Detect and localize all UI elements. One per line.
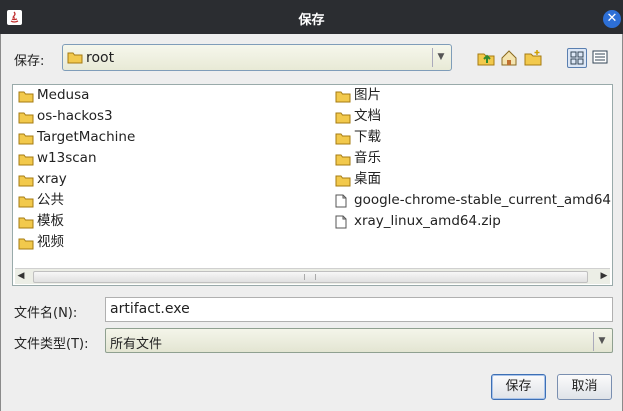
horizontal-scrollbar[interactable]: ◀ ▶ [15,268,610,284]
file-name: TargetMachine [37,129,136,145]
details-view-icon[interactable] [591,48,611,68]
file-list-item[interactable]: google-chrome-stable_current_amd64 [333,190,611,211]
filename-label: 文件名(N): [14,306,78,321]
file-name: 模板 [37,213,64,229]
save-button[interactable]: 保存 [491,374,546,400]
file-list-item[interactable]: 桌面 [333,169,611,190]
folder-icon [18,236,34,257]
file-list-item[interactable]: TargetMachine [16,127,135,148]
up-folder-icon[interactable] [476,48,496,68]
folder-icon [67,51,83,68]
file-name: google-chrome-stable_current_amd64 [354,192,612,208]
filetype-combo[interactable]: 所有文件 ▼ [105,328,613,353]
new-folder-icon[interactable] [523,48,543,68]
chevron-down-icon[interactable]: ▼ [593,332,610,351]
lookin-label: 保存: [14,54,45,69]
list-view-icon[interactable] [567,48,587,68]
file-name: 公共 [37,192,64,208]
file-name: xray_linux_amd64.zip [354,213,501,229]
file-column-1: Medusa os-hackos3 TargetMachine w13scan xray… [16,85,135,253]
filetype-value: 所有文件 [110,337,163,352]
file-list-item[interactable]: xray_linux_amd64.zip [333,211,611,232]
window-title: 保存 [298,13,325,28]
file-list-item[interactable]: 模板 [16,211,135,232]
filename-input[interactable]: artifact.exe [105,297,613,322]
file-name: os-hackos3 [37,108,113,124]
file-name: w13scan [37,150,97,166]
scrollbar-thumb[interactable] [33,271,588,283]
close-icon[interactable]: ✕ [603,10,621,28]
file-icon [335,215,347,236]
file-list-item[interactable]: 下载 [333,127,611,148]
scroll-right-icon[interactable]: ▶ [598,271,610,281]
chevron-down-icon[interactable]: ▼ [432,48,449,67]
file-list-item[interactable]: os-hackos3 [16,106,135,127]
file-name: 音乐 [354,150,381,166]
file-name: Medusa [37,87,90,103]
file-list-item[interactable]: 视频 [16,232,135,253]
file-name: 文档 [354,108,381,124]
file-column-2: 图片文档下载音乐桌面 google-chrome-stable_current_a… [333,85,611,232]
filetype-label: 文件类型(T): [14,337,89,352]
file-list[interactable]: Medusa os-hackos3 TargetMachine w13scan xray… [12,84,613,286]
cancel-button[interactable]: 取消 [557,374,612,400]
file-list-item[interactable]: Medusa [16,85,135,106]
file-name: 图片 [354,87,381,103]
file-list-item[interactable]: xray [16,169,135,190]
file-list-item[interactable]: 音乐 [333,148,611,169]
home-icon[interactable] [499,48,519,68]
file-name: 视频 [37,234,64,250]
lookin-value: root [86,50,115,66]
file-list-item[interactable]: 文档 [333,106,611,127]
title-bar: 保存 ✕ [0,0,623,34]
file-name: 桌面 [354,171,381,187]
grip-icon [304,274,316,280]
file-list-item[interactable]: w13scan [16,148,135,169]
file-list-item[interactable]: 公共 [16,190,135,211]
file-name: 下载 [354,129,381,145]
file-list-item[interactable]: 图片 [333,85,611,106]
lookin-combo[interactable]: root ▼ [62,44,452,71]
scroll-left-icon[interactable]: ◀ [15,271,27,281]
file-name: xray [37,171,67,187]
